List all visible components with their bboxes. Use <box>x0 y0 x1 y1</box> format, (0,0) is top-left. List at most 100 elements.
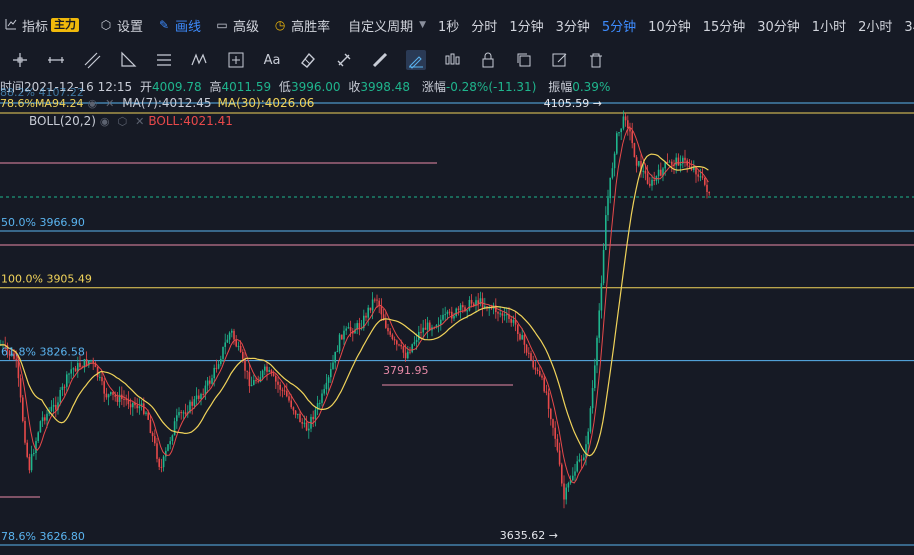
candle-body <box>585 444 587 458</box>
candle-body <box>631 131 633 144</box>
candle-body <box>591 388 594 409</box>
candle-body <box>409 351 411 353</box>
lock-tool[interactable] <box>478 50 498 70</box>
candle-body <box>288 396 290 401</box>
hidden-fib-label: 88.2% 4107.22 <box>0 86 84 99</box>
candle-tool[interactable] <box>442 50 462 70</box>
eraser-tool[interactable] <box>298 50 318 70</box>
ruler-tool[interactable] <box>370 50 390 70</box>
candle-body <box>96 367 99 378</box>
candle-body <box>206 380 209 386</box>
custom-period-dropdown[interactable]: 自定义周期 ▼ <box>348 16 426 35</box>
briefcase-icon: ▭ <box>216 18 228 32</box>
magnet-tool[interactable] <box>334 50 354 70</box>
candle-body <box>693 167 695 170</box>
period-tab[interactable]: 1分钟 <box>509 16 543 35</box>
draw-button[interactable]: ✎ 画线 <box>157 16 201 35</box>
period-tab[interactable]: 1秒 <box>438 16 459 35</box>
edit-icon <box>552 53 567 67</box>
period-tab[interactable]: 1小时 <box>812 16 846 35</box>
eye-icon[interactable]: ◉ <box>100 115 110 128</box>
candle-body <box>231 330 233 333</box>
horizontal-line-icon <box>48 57 64 63</box>
candle-body <box>576 461 578 472</box>
candle-body <box>286 391 288 397</box>
candle-body <box>633 143 636 158</box>
period-tab[interactable]: 2小时 <box>858 16 892 35</box>
fib-level-label: 50.0% 3966.90 <box>1 216 85 229</box>
candle-body <box>376 299 378 301</box>
text-tool[interactable]: Aa <box>262 50 282 70</box>
candle-body <box>154 436 156 444</box>
candle-body <box>136 405 138 409</box>
copy-tool[interactable] <box>514 50 534 70</box>
pen-tool[interactable] <box>406 50 426 70</box>
candle-body <box>105 393 108 398</box>
candle-body <box>268 370 270 372</box>
candle-body <box>565 487 567 500</box>
candle-body <box>413 342 416 345</box>
candle-body <box>68 373 70 375</box>
period-tab[interactable]: 3小 <box>904 16 914 35</box>
top-toolbar: 指标 主力 ⬡ 设置 ✎ 画线 ▭ 高级 ◷ 高胜率 自定义周期 ▼ 1秒 分时 1… <box>0 0 914 48</box>
settings-button[interactable]: ⬡ 设置 <box>99 16 143 35</box>
candle-body <box>165 450 167 457</box>
high-price-label: 4105.59 → <box>544 97 602 110</box>
candle-body <box>39 421 42 433</box>
horizontal-line-tool[interactable] <box>46 50 66 70</box>
fib-tool[interactable] <box>154 50 174 70</box>
candle-body <box>558 450 561 465</box>
candle-body <box>275 375 277 382</box>
candle-body <box>171 435 174 442</box>
edit-tool[interactable] <box>550 50 570 70</box>
close-icon[interactable]: ✕ <box>105 97 114 110</box>
candle-body <box>290 400 292 408</box>
period-tab[interactable]: 分时 <box>471 16 497 35</box>
close-icon[interactable]: ✕ <box>135 115 144 128</box>
period-tab[interactable]: 5分钟 <box>602 16 636 35</box>
candle-body <box>173 421 176 436</box>
candle-body <box>627 120 629 129</box>
period-tab[interactable]: 30分钟 <box>757 16 800 35</box>
candle-body <box>72 368 75 370</box>
period-tab[interactable]: 15分钟 <box>703 16 746 35</box>
candle-body <box>567 483 570 488</box>
pen-icon <box>409 56 423 69</box>
candle-body <box>541 375 543 378</box>
period-tab[interactable]: 3分钟 <box>556 16 590 35</box>
candle-body <box>704 177 706 185</box>
parallel-channel-tool[interactable] <box>82 50 102 70</box>
candle-body <box>620 128 622 133</box>
candle-body <box>528 352 530 354</box>
triangle-tool[interactable] <box>118 50 138 70</box>
wave-tool[interactable] <box>190 50 210 70</box>
candle-body <box>552 419 554 428</box>
candle-body <box>30 454 33 471</box>
candle-body <box>110 392 112 395</box>
indicator-button[interactable]: 指标 主力 <box>4 16 80 35</box>
settings-label: 设置 <box>117 19 144 35</box>
candle-body <box>448 311 451 313</box>
candle-body <box>215 367 218 369</box>
candle-body <box>248 371 251 387</box>
period-tab[interactable]: 10分钟 <box>648 16 691 35</box>
gear-icon[interactable]: ⬡ <box>118 115 128 128</box>
candle-body <box>237 345 240 347</box>
candle-body <box>35 441 37 454</box>
candle-body <box>209 380 211 384</box>
candle-body <box>459 305 462 311</box>
advanced-button[interactable]: ▭ 高级 <box>215 16 259 35</box>
candle-body <box>701 176 704 178</box>
candle-body <box>365 315 367 318</box>
candle-body <box>345 328 347 331</box>
winrate-button[interactable]: ◷ 高胜率 <box>273 16 330 35</box>
candle-body <box>462 305 464 308</box>
candle-body <box>706 184 708 192</box>
crosshair-tool[interactable] <box>10 50 30 70</box>
shape-tool[interactable] <box>226 50 246 70</box>
candle-body <box>378 300 380 306</box>
eye-icon[interactable]: ◉ <box>87 97 97 110</box>
candle-body <box>387 327 389 332</box>
candle-body <box>499 313 501 315</box>
delete-tool[interactable] <box>586 50 606 70</box>
